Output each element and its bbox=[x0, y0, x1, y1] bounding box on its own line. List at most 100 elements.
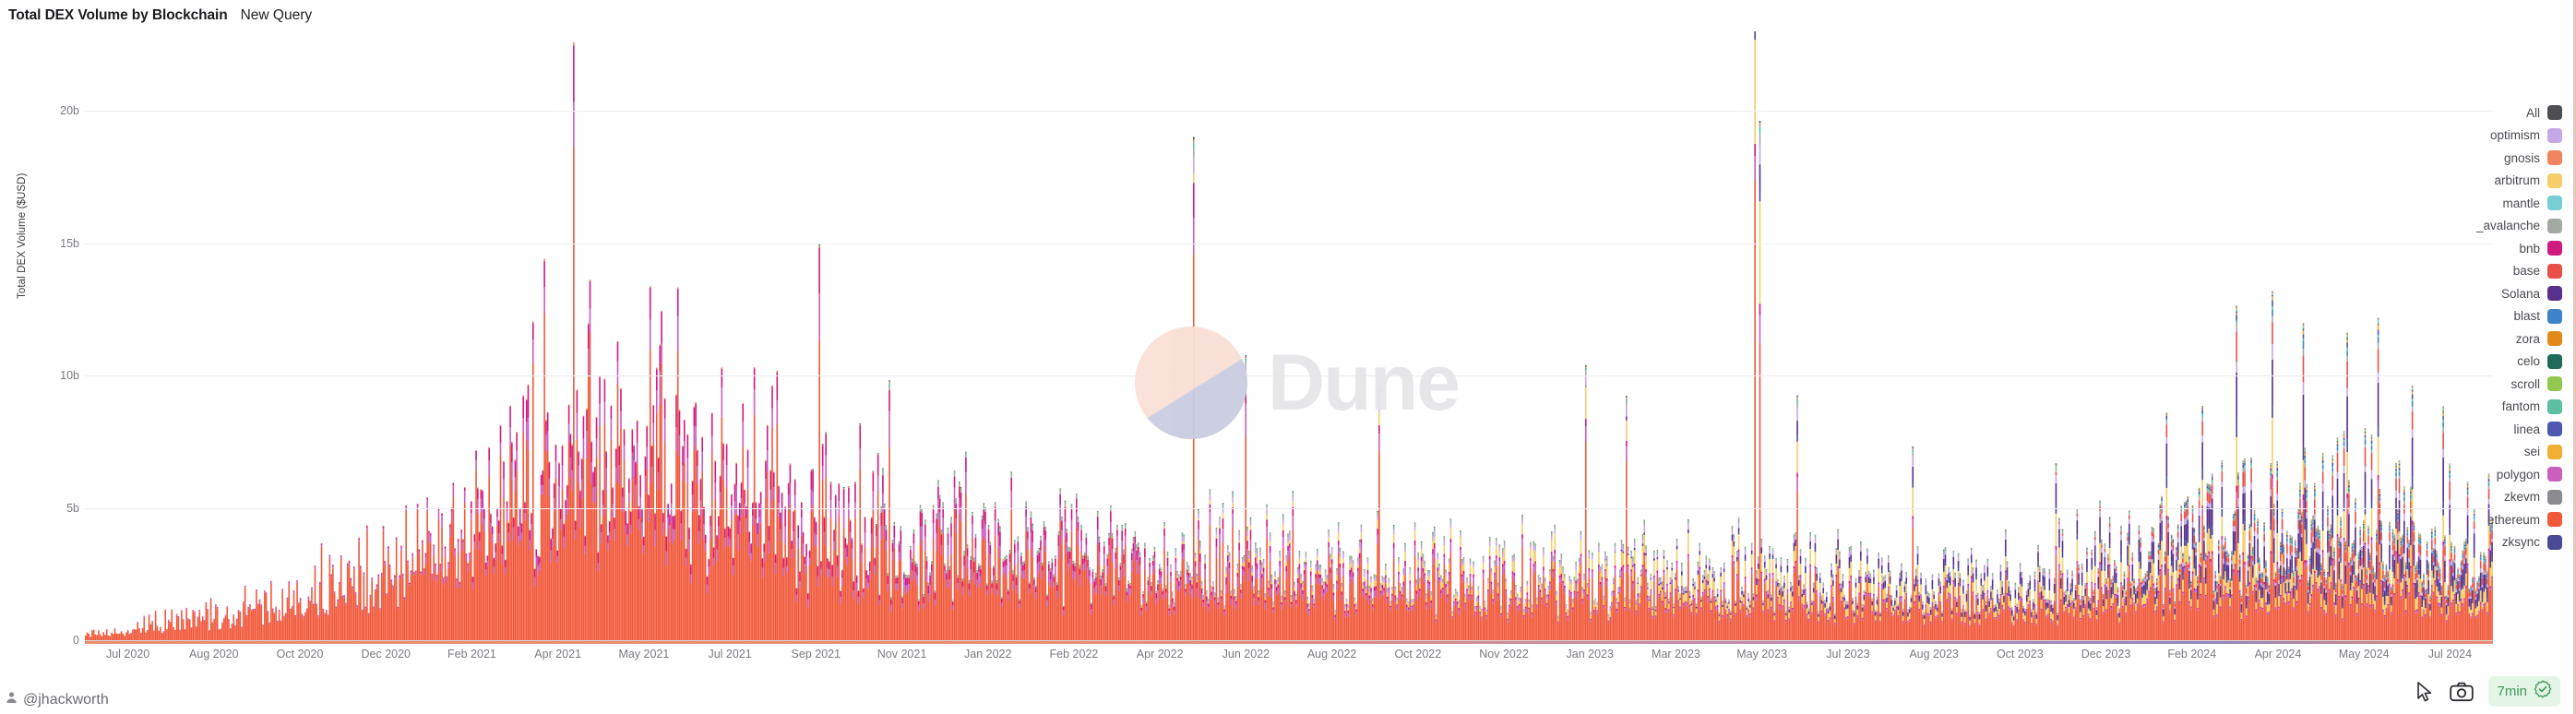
legend-color-swatch bbox=[2547, 489, 2562, 505]
legend-item-label: blast bbox=[2513, 309, 2540, 324]
author-name[interactable]: @jhackworth bbox=[23, 692, 109, 708]
x-axis-tick-label: Nov 2021 bbox=[877, 648, 927, 660]
x-axis-tick-label: May 2023 bbox=[1736, 648, 1788, 660]
legend-item-label: fantom bbox=[2501, 399, 2540, 414]
y-axis-tick-label: 10b bbox=[60, 369, 79, 383]
y-axis-tick-label: 15b bbox=[60, 236, 79, 250]
x-axis-tick-label: Feb 2024 bbox=[2167, 648, 2217, 660]
legend-item-zksync[interactable]: zksync bbox=[2433, 531, 2562, 554]
refresh-age-label: 7min bbox=[2497, 684, 2527, 699]
grid-area bbox=[85, 31, 2493, 644]
x-axis-tick-label: Apr 2021 bbox=[534, 648, 582, 660]
legend-item-mantle[interactable]: mantle bbox=[2433, 192, 2562, 215]
legend-item-label: polygon bbox=[2496, 467, 2540, 482]
x-axis-tick-label: Jul 2023 bbox=[1826, 648, 1870, 660]
x-axis-tick-label: Jan 2023 bbox=[1566, 648, 1614, 660]
legend-item-arbitrum[interactable]: arbitrum bbox=[2433, 170, 2562, 193]
x-axis-tick-label: Aug 2020 bbox=[189, 648, 239, 660]
refresh-status-badge[interactable]: 7min bbox=[2488, 676, 2560, 707]
gridline bbox=[85, 375, 2493, 377]
legend-item-label: All bbox=[2525, 105, 2540, 120]
legend-item-label: bnb bbox=[2519, 241, 2540, 256]
legend-color-swatch bbox=[2547, 308, 2562, 324]
x-axis-tick-label: Jun 2022 bbox=[1222, 648, 1270, 660]
legend-item-linea[interactable]: linea bbox=[2433, 418, 2562, 441]
legend-item-label: zkevm bbox=[2503, 490, 2540, 505]
legend-item-base[interactable]: base bbox=[2433, 260, 2562, 283]
x-axis-tick-label: Jul 2020 bbox=[105, 648, 150, 660]
legend-item-label: base bbox=[2512, 264, 2540, 279]
check-seal-icon bbox=[2534, 680, 2552, 703]
legend-color-swatch bbox=[2547, 534, 2562, 550]
legend-item-all[interactable]: All bbox=[2433, 101, 2562, 125]
legend-item-celo[interactable]: celo bbox=[2433, 351, 2562, 374]
x-axis-tick-label: Oct 2022 bbox=[1394, 648, 1442, 660]
legend-item-label: mantle bbox=[2502, 196, 2540, 210]
legend-item-zora[interactable]: zora bbox=[2433, 327, 2562, 351]
legend-color-swatch bbox=[2547, 150, 2562, 166]
legend-item-fantom[interactable]: fantom bbox=[2433, 396, 2562, 419]
legend-color-swatch bbox=[2547, 512, 2562, 528]
legend-item-label: celo bbox=[2517, 354, 2540, 369]
legend-color-swatch bbox=[2547, 173, 2562, 188]
x-axis-tick-label: Jul 2024 bbox=[2427, 648, 2473, 660]
legend-color-swatch bbox=[2547, 422, 2562, 437]
x-axis-ticks: Jul 2020 Aug 2020 Oct 2020 Dec 2020 Feb 2021… bbox=[85, 640, 2493, 670]
legend-item-label: ethereum bbox=[2487, 512, 2540, 527]
x-axis-tick-label: Oct 2023 bbox=[1996, 648, 2044, 660]
y-axis-tick-label: 20b bbox=[60, 104, 79, 118]
y-axis-ticks: 0 5b 10b 15b 20b bbox=[0, 31, 79, 647]
legend-item-bnb[interactable]: bnb bbox=[2433, 237, 2562, 260]
x-axis-tick-label: Sep 2021 bbox=[791, 648, 841, 660]
chart-plot-area: Total DEX Volume ($USD) 0 5b 10b 15b 20b Dun… bbox=[0, 31, 2576, 677]
legend-color-swatch bbox=[2547, 218, 2562, 233]
x-axis-tick-label: Aug 2022 bbox=[1306, 648, 1357, 660]
x-axis-tick-label: Oct 2020 bbox=[276, 648, 324, 660]
x-axis-tick-label: Nov 2022 bbox=[1479, 648, 1529, 660]
legend-item-optimism[interactable]: optimism bbox=[2433, 125, 2562, 148]
x-axis-tick-label: Dec 2023 bbox=[2081, 648, 2131, 660]
legend-item-ethereum[interactable]: ethereum bbox=[2433, 508, 2562, 531]
person-icon bbox=[6, 691, 18, 708]
stacked-bar-series[interactable] bbox=[85, 31, 2493, 640]
x-axis-tick-label: Aug 2023 bbox=[1909, 648, 1959, 660]
x-axis-tick-label: Jan 2022 bbox=[964, 648, 1012, 660]
legend-color-swatch bbox=[2547, 444, 2562, 459]
legend-item-solana[interactable]: Solana bbox=[2433, 282, 2562, 305]
legend-color-swatch bbox=[2547, 353, 2562, 369]
gridline bbox=[85, 507, 2493, 509]
cursor-pointer-icon[interactable] bbox=[2415, 681, 2435, 703]
legend-item-blast[interactable]: blast bbox=[2433, 305, 2562, 328]
chart-legend: All optimism gnosis arbitrum mantle avalanche… bbox=[2433, 101, 2562, 553]
legend-color-swatch bbox=[2547, 399, 2562, 414]
author-attribution[interactable]: @jhackworth bbox=[6, 691, 109, 708]
legend-item-avalanche[interactable]: avalanche_ bbox=[2433, 215, 2562, 238]
legend-item-label: scroll bbox=[2510, 376, 2540, 391]
legend-item-gnosis[interactable]: gnosis bbox=[2433, 147, 2562, 170]
legend-item-zkevm[interactable]: zkevm bbox=[2433, 486, 2562, 509]
legend-color-swatch bbox=[2547, 263, 2562, 279]
legend-color-swatch bbox=[2547, 127, 2562, 143]
legend-color-swatch bbox=[2547, 467, 2562, 482]
legend-item-polygon[interactable]: polygon bbox=[2433, 463, 2562, 486]
legend-item-sei[interactable]: sei bbox=[2433, 441, 2562, 464]
camera-icon[interactable] bbox=[2450, 682, 2475, 702]
x-axis-tick-label: Feb 2021 bbox=[447, 648, 496, 660]
legend-color-swatch bbox=[2547, 105, 2562, 121]
legend-color-swatch bbox=[2547, 196, 2562, 211]
y-axis-tick-label: 5b bbox=[66, 501, 79, 515]
legend-color-swatch bbox=[2547, 241, 2562, 256]
page-title: Total DEX Volume by Blockchain bbox=[8, 7, 228, 23]
gridline bbox=[85, 111, 2493, 113]
x-axis-tick-label: May 2021 bbox=[618, 648, 670, 660]
x-axis-tick-label: Jul 2021 bbox=[708, 648, 752, 660]
legend-item-label: gnosis bbox=[2503, 150, 2540, 165]
legend-item-label: optimism bbox=[2489, 128, 2540, 143]
chart-header: Total DEX Volume by Blockchain New Query bbox=[0, 0, 312, 31]
legend-color-swatch bbox=[2547, 286, 2562, 302]
legend-item-scroll[interactable]: scroll bbox=[2433, 373, 2562, 396]
chart-footer-actions: 7min bbox=[2415, 676, 2560, 707]
legend-item-label: zora bbox=[2515, 331, 2540, 346]
query-name-label[interactable]: New Query bbox=[241, 7, 313, 24]
y-axis-tick-label: 0 bbox=[73, 634, 79, 647]
